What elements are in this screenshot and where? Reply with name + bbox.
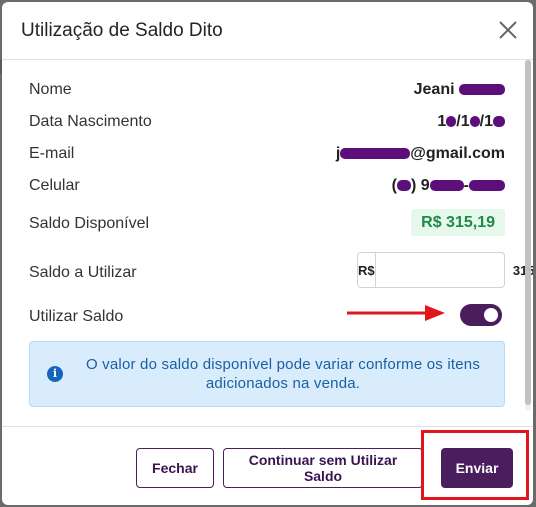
redaction-mark xyxy=(469,116,480,128)
nome-value: Jeani xyxy=(414,81,505,99)
redaction-mark xyxy=(397,180,411,192)
nascimento-label: Data Nascimento xyxy=(29,113,152,130)
saldo-utilizar-input-group: R$ xyxy=(357,252,533,288)
redaction-mark xyxy=(459,84,505,96)
utilizar-saldo-label: Utilizar Saldo xyxy=(29,308,124,325)
modal-title: Utilização de Saldo Dito xyxy=(21,20,223,41)
info-icon: i xyxy=(47,366,63,382)
info-alert: i O valor do saldo disponível pode varia… xyxy=(29,341,505,407)
fechar-button[interactable]: Fechar xyxy=(136,448,214,488)
nome-label: Nome xyxy=(29,81,72,98)
scrollbar-thumb[interactable] xyxy=(525,60,531,405)
annotation-highlight-box xyxy=(421,430,529,500)
utilizar-saldo-toggle[interactable] xyxy=(460,304,502,326)
toggle-knob xyxy=(484,308,498,322)
saldo-utilizar-input[interactable] xyxy=(375,253,533,287)
celular-value: () 9- xyxy=(392,177,505,195)
nascimento-value: 1/1/1 xyxy=(437,113,505,131)
redaction-mark xyxy=(429,180,464,192)
modal-body: Nome Jeani Data Nascimento 1/1/1 E-mail … xyxy=(2,60,533,426)
modal-header: Utilização de Saldo Dito xyxy=(2,2,533,60)
saldo-utilizar-label: Saldo a Utilizar xyxy=(29,264,137,281)
redaction-mark xyxy=(340,148,411,160)
saldo-disponivel-label: Saldo Disponível xyxy=(29,215,150,232)
email-value: j @gmail.com xyxy=(335,145,505,162)
continuar-sem-saldo-button[interactable]: Continuar sem Utilizar Saldo xyxy=(223,448,423,488)
saldo-disponivel-badge: R$ 315,19 xyxy=(411,209,505,236)
email-label: E-mail xyxy=(29,145,75,162)
redaction-mark xyxy=(469,180,505,192)
celular-label: Celular xyxy=(29,177,80,194)
modal-scrollbar[interactable] xyxy=(525,60,531,410)
info-text: O valor do saldo disponível pode variar … xyxy=(85,356,481,392)
annotation-arrow-icon xyxy=(347,305,445,321)
close-icon[interactable] xyxy=(497,19,519,41)
redaction-mark xyxy=(493,116,505,128)
currency-prefix: R$ xyxy=(358,253,376,287)
redaction-mark xyxy=(446,116,457,128)
